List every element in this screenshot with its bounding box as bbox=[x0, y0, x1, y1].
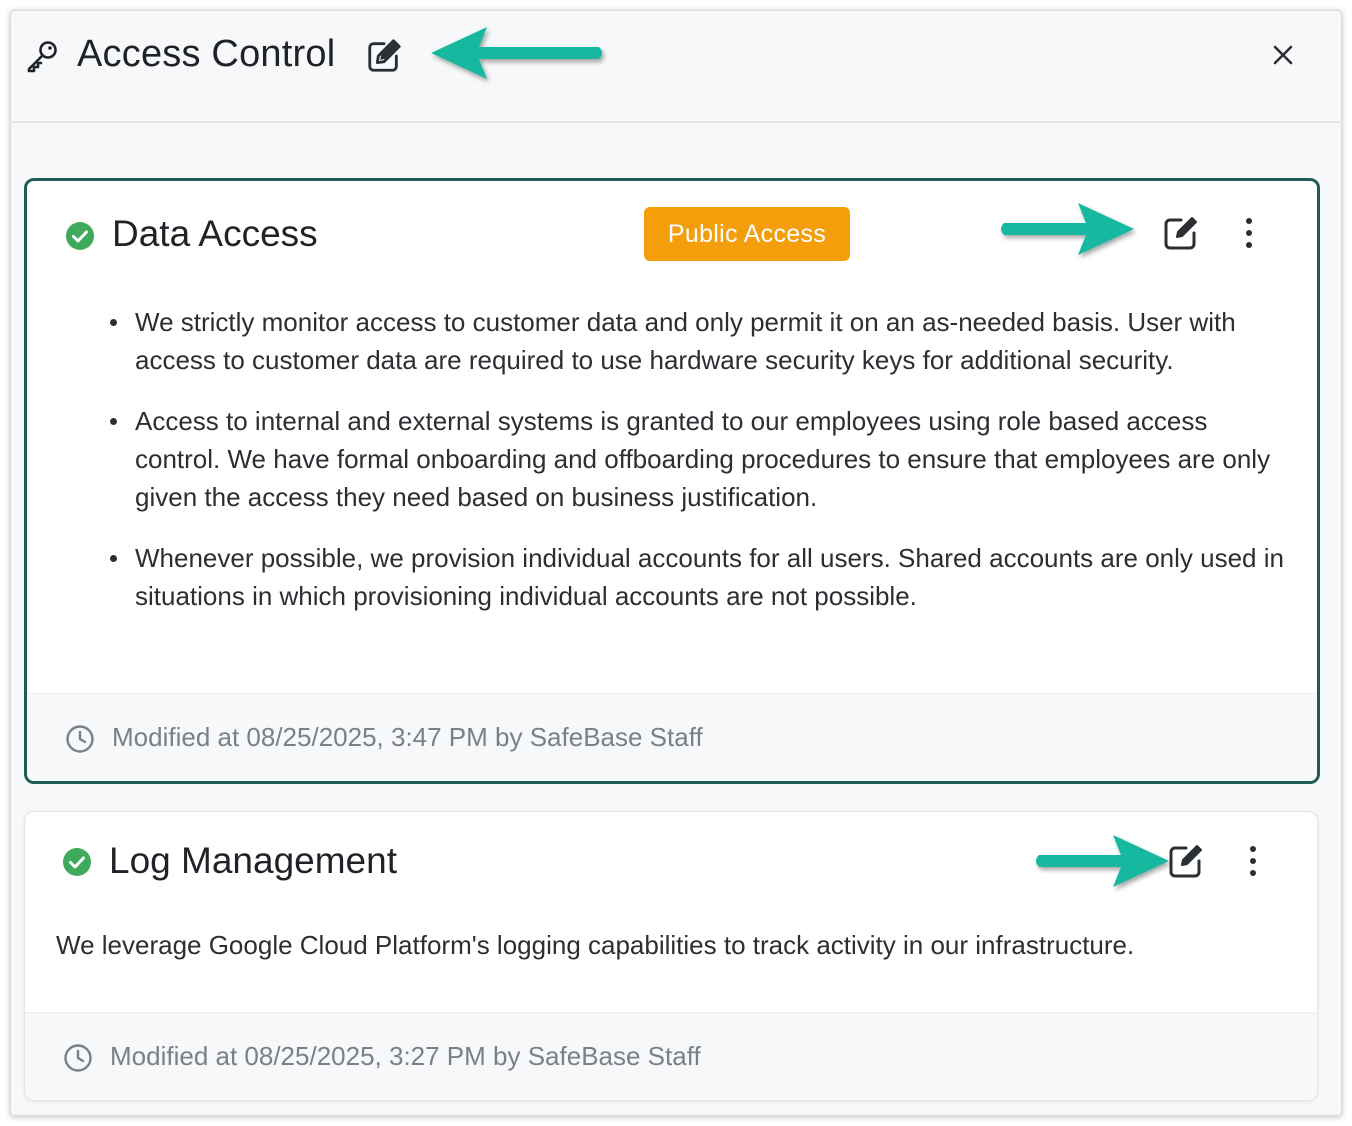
public-access-badge: Public Access bbox=[644, 207, 850, 261]
modified-timestamp: Modified at 08/25/2025, 3:47 PM by SafeB… bbox=[112, 722, 703, 752]
card-title: Log Management bbox=[109, 840, 397, 881]
annotation-arrow-right bbox=[1001, 203, 1134, 255]
more-vertical-icon[interactable] bbox=[1245, 843, 1261, 879]
clock-icon bbox=[66, 725, 94, 753]
panel-title: Access Control bbox=[77, 33, 336, 75]
card-title: Data Access bbox=[112, 213, 318, 254]
card-footer: Modified at 08/25/2025, 3:27 PM by SafeB… bbox=[25, 1012, 1317, 1100]
close-icon[interactable] bbox=[1267, 39, 1299, 71]
edit-icon[interactable] bbox=[1161, 213, 1201, 253]
access-control-panel: Access Control Data Access Public Access… bbox=[10, 10, 1342, 1116]
list-item: Whenever possible, we provision individu… bbox=[107, 539, 1297, 615]
list-item: Access to internal and external systems … bbox=[107, 402, 1297, 516]
annotation-arrow-right bbox=[1036, 835, 1169, 887]
edit-title-icon[interactable] bbox=[365, 37, 403, 75]
card-footer: Modified at 08/25/2025, 3:47 PM by SafeB… bbox=[27, 693, 1317, 781]
check-circle-icon bbox=[66, 222, 94, 250]
check-circle-icon bbox=[63, 848, 91, 876]
annotation-arrow-left bbox=[431, 27, 602, 79]
key-icon bbox=[27, 41, 57, 73]
more-vertical-icon[interactable] bbox=[1241, 215, 1257, 251]
clock-icon bbox=[64, 1044, 92, 1072]
card-description: We leverage Google Cloud Platform's logg… bbox=[56, 930, 1135, 960]
panel-header: Access Control bbox=[11, 11, 1341, 123]
bullet-list: We strictly monitor access to customer d… bbox=[107, 303, 1297, 638]
data-access-card: Data Access Public Access We strictly mo… bbox=[24, 178, 1320, 784]
list-item: We strictly monitor access to customer d… bbox=[107, 303, 1297, 379]
modified-timestamp: Modified at 08/25/2025, 3:27 PM by SafeB… bbox=[110, 1041, 701, 1071]
